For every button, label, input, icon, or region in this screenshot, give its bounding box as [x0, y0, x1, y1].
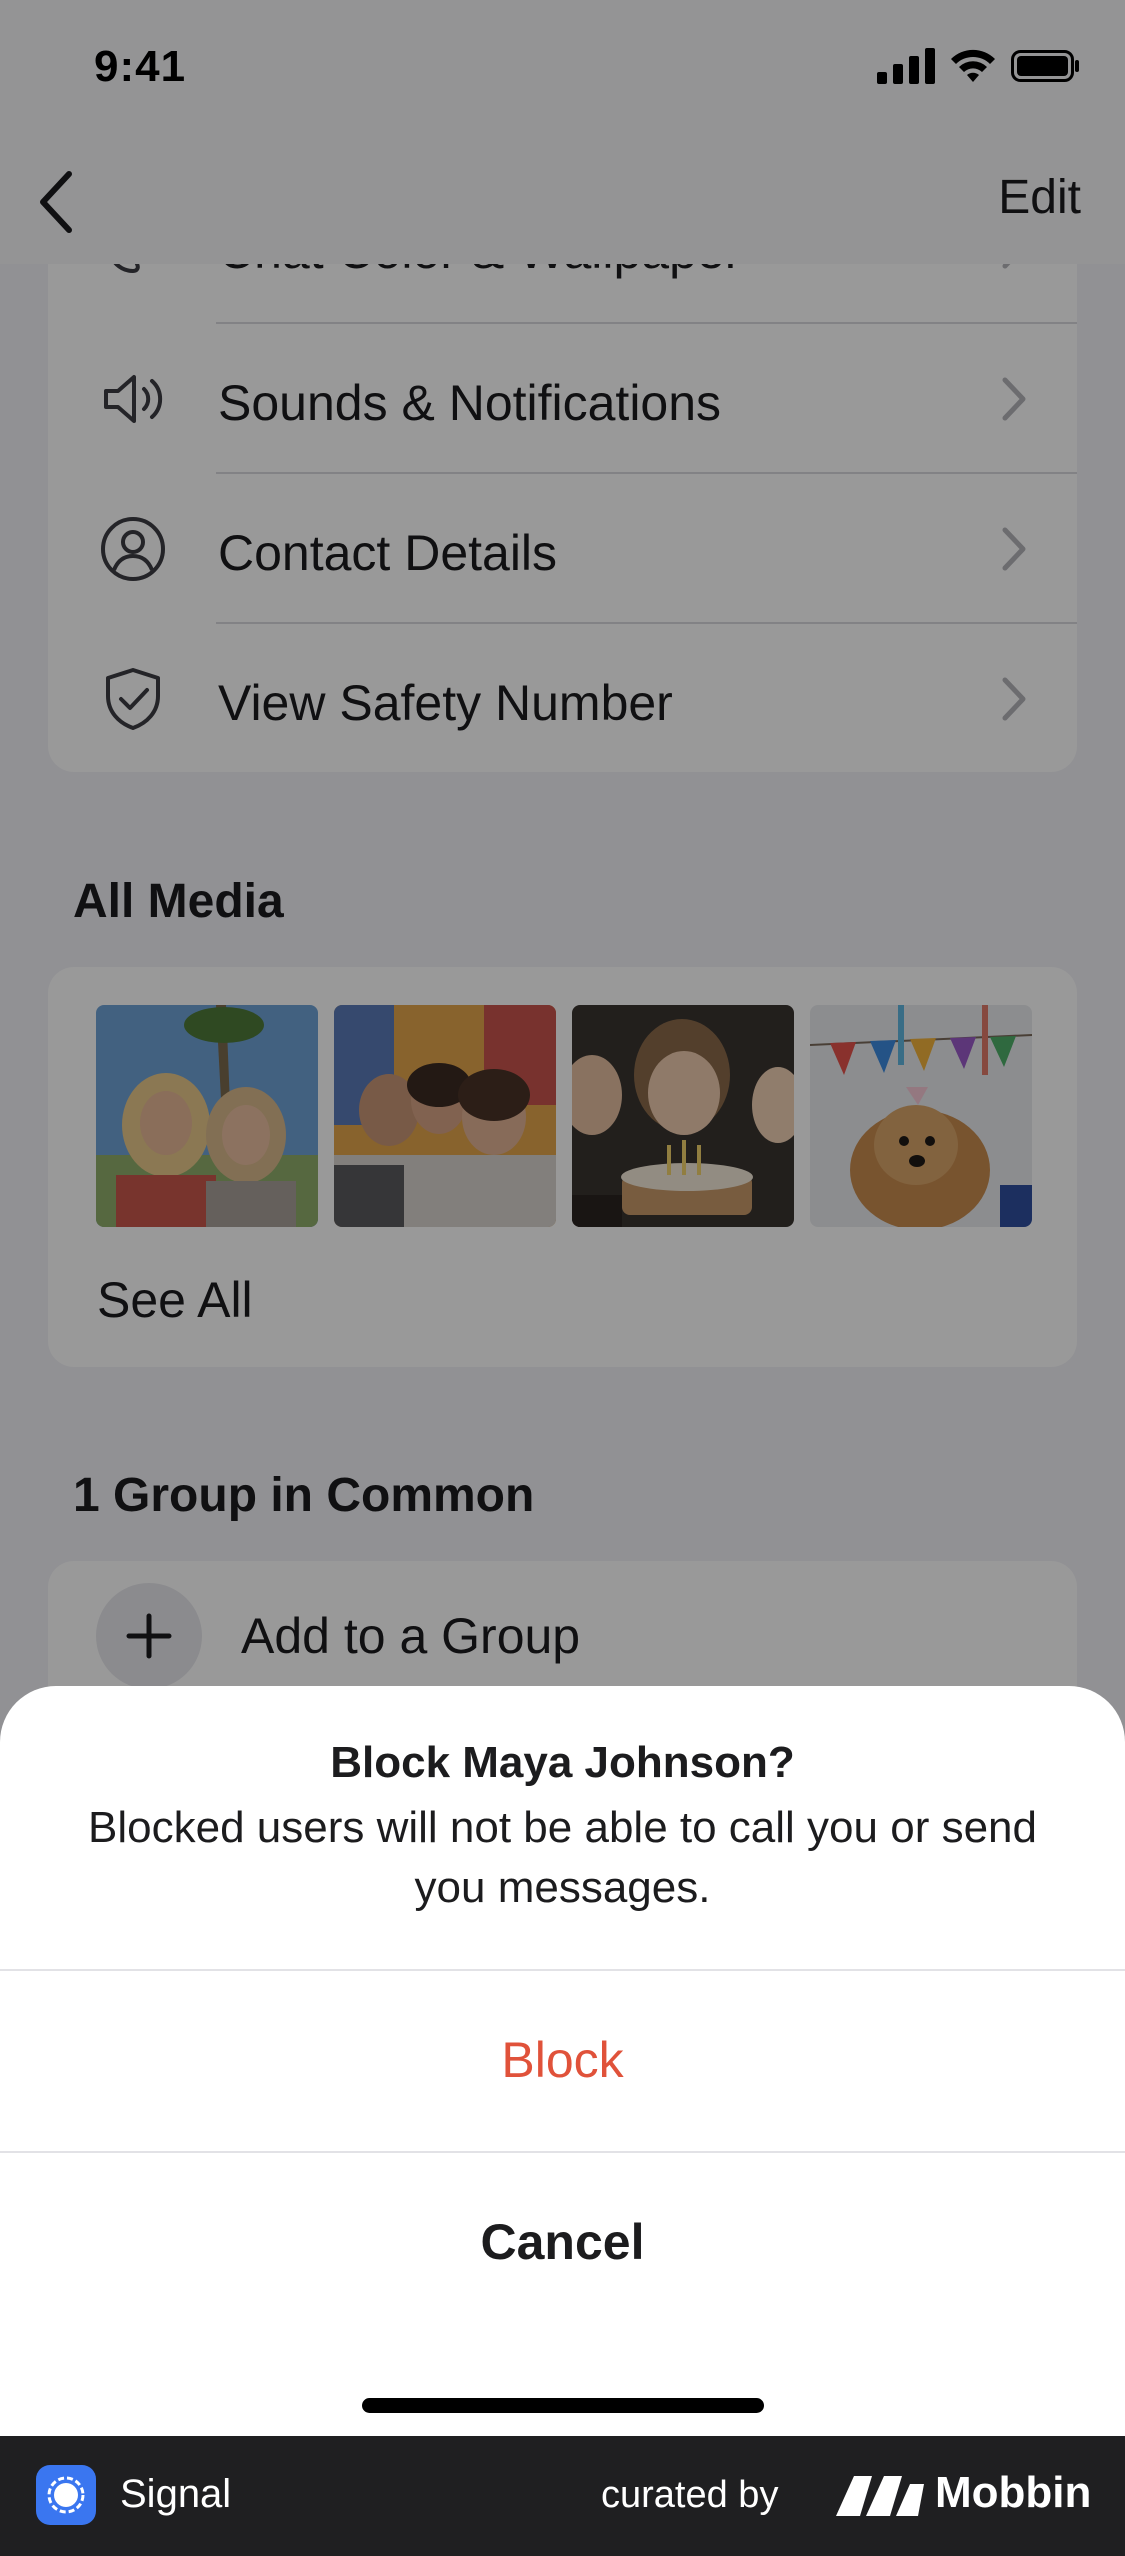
block-confirmation-sheet: Block Maya Johnson? Blocked users will n… — [0, 1686, 1125, 2436]
curated-by-label: curated by — [601, 2474, 779, 2516]
mobbin-logo-icon — [836, 2476, 924, 2516]
sheet-message: Blocked users will not be able to call y… — [88, 1803, 1037, 1912]
cancel-button[interactable]: Cancel — [0, 2152, 1125, 2332]
app-name: Signal — [120, 2472, 232, 2516]
conversation-settings-screen: 9:41 Edit Sounds & Notifications Contact… — [0, 0, 1125, 2436]
attribution-footer: Signal curated by Mobbin — [0, 2436, 1125, 2556]
mobbin-brand: Mobbin — [935, 2468, 1092, 2517]
sheet-title: Block Maya Johnson? — [330, 1738, 795, 1787]
block-button[interactable]: Block — [0, 1970, 1125, 2150]
home-indicator — [362, 2398, 764, 2413]
signal-app-icon — [36, 2465, 96, 2525]
